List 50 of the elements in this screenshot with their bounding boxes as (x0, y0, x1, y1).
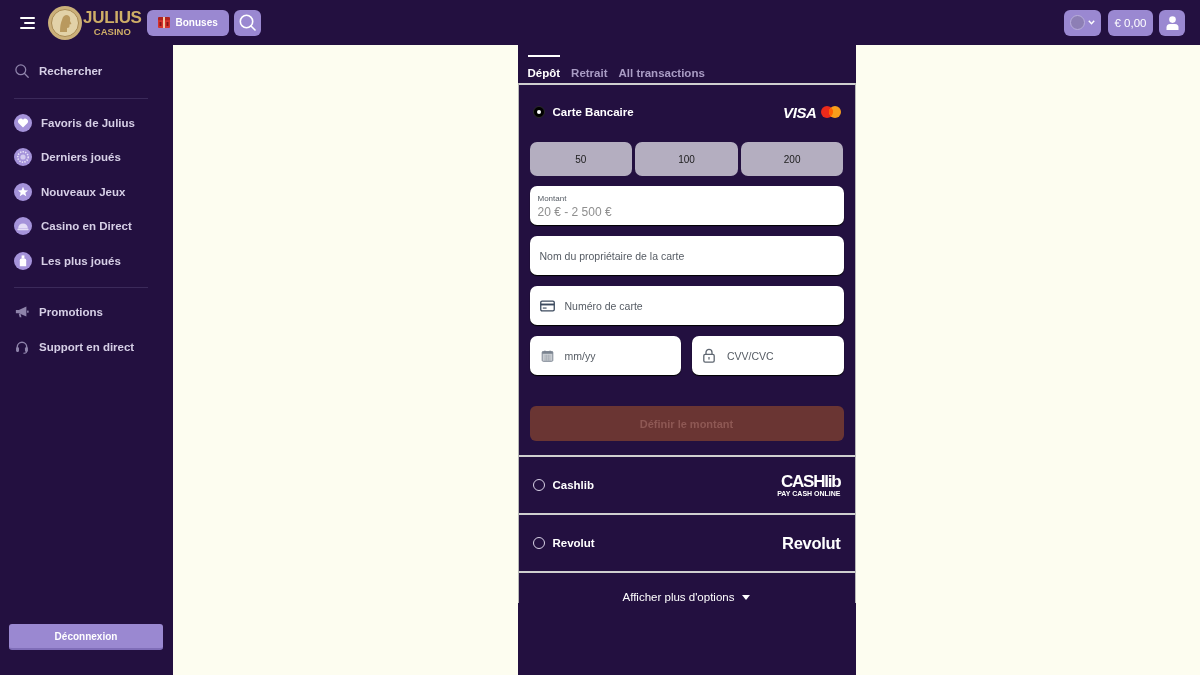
headset-icon (15, 339, 29, 354)
chevron-down-icon (1088, 20, 1095, 25)
input-field[interactable]: Numéro de carte (529, 286, 844, 325)
search-icon (238, 14, 256, 31)
chip-icon (14, 148, 32, 167)
sidebar-item[interactable]: Derniers joués (0, 140, 173, 175)
brand-logo: CASHlib (780, 473, 841, 490)
input-field[interactable]: CVV/CVC (692, 336, 844, 375)
payment-method-name: Revolut (552, 537, 595, 549)
logo-subtitle: CASINO (93, 26, 131, 37)
sidebar-item[interactable]: Casino en Direct (0, 209, 173, 244)
tab[interactable]: Dépôt (527, 55, 561, 83)
sidebar-item[interactable]: Rechercher (0, 54, 173, 89)
radio-button[interactable] (532, 106, 545, 118)
account-button[interactable] (1159, 9, 1185, 36)
input-field[interactable]: Nom du propriétaire de la carte (529, 236, 844, 275)
brand-logo: Revolut (782, 533, 841, 553)
language-button[interactable] (1064, 9, 1101, 36)
sidebar-item[interactable]: Favoris de Julius (0, 105, 173, 140)
tab[interactable]: Retrait (571, 55, 608, 83)
lock-icon (703, 348, 715, 363)
amount-chip[interactable]: 100 (635, 142, 738, 176)
card-brand-logo: VISA (783, 103, 817, 121)
sidebar-item[interactable]: Nouveaux Jeux (0, 174, 173, 209)
payment-method-name: Cashlib (552, 479, 595, 491)
tab[interactable]: All transactions (618, 55, 705, 83)
amount-chip[interactable]: 200 (740, 142, 844, 176)
credit-card-icon (539, 299, 555, 312)
circle-icon (1070, 15, 1085, 30)
overlapping-circles-icon (820, 106, 841, 118)
payment-method-name: Carte Bancaire (552, 106, 634, 118)
amount-chip[interactable]: 50 (529, 142, 633, 176)
sidebar-item[interactable]: Promotions (0, 295, 173, 330)
more-options-button[interactable]: Afficher plus d'options (622, 591, 751, 603)
logo-title: JULIUS (83, 8, 142, 26)
search-icon (15, 64, 29, 79)
caret-down-icon (742, 594, 751, 600)
input-field[interactable]: mm/yy (529, 336, 681, 375)
sidebar-item[interactable]: Les plus joués (0, 243, 173, 278)
sidebar-item[interactable]: Support en direct (0, 329, 173, 364)
search-button[interactable] (233, 9, 261, 36)
bottle-icon (14, 251, 32, 270)
user-icon (1165, 15, 1179, 30)
calendar-icon (539, 349, 555, 362)
megaphone-icon (15, 305, 29, 320)
menu-icon[interactable] (20, 16, 35, 29)
coin-logo-icon (48, 5, 82, 40)
gift-icon (157, 17, 170, 28)
field-label: Montant (537, 195, 567, 203)
dome-icon (14, 217, 32, 236)
